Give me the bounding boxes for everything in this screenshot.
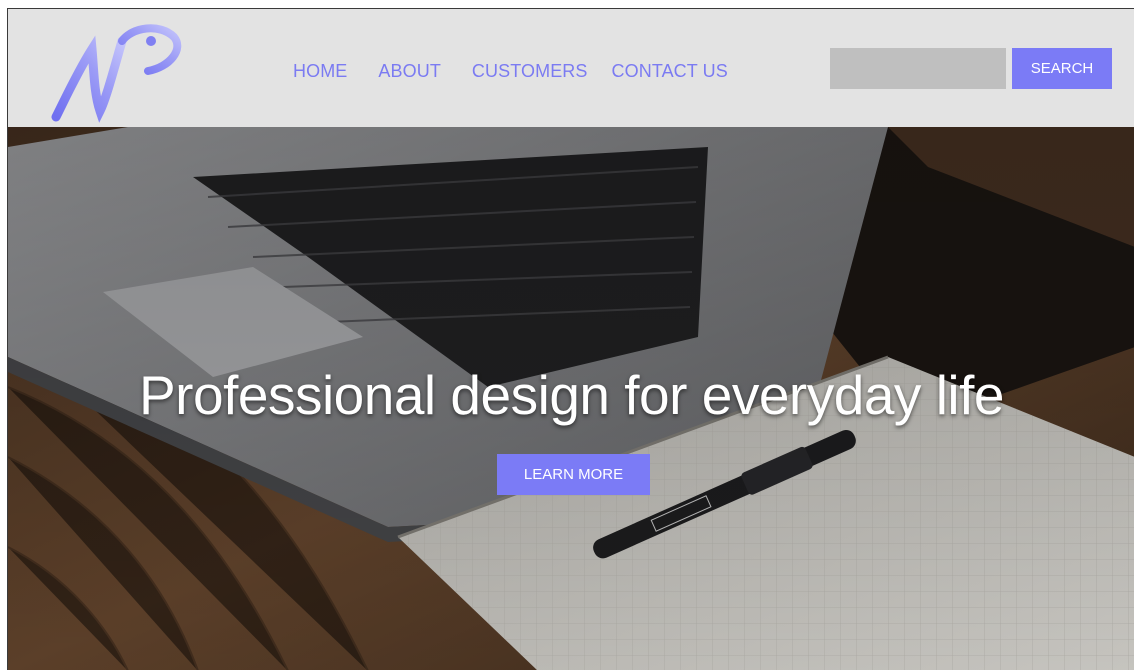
site-header: HOME ABOUT CUSTOMERS CONTACT US SEARCH xyxy=(8,9,1134,127)
learn-more-button[interactable]: LEARN MORE xyxy=(497,454,650,495)
hero-title: Professional design for everyday life xyxy=(138,364,1005,426)
page-frame: HOME ABOUT CUSTOMERS CONTACT US SEARCH P… xyxy=(7,8,1134,670)
search-input[interactable] xyxy=(830,48,1006,89)
nav-contact-link[interactable]: CONTACT US xyxy=(612,61,728,82)
nav-customers-link[interactable]: CUSTOMERS xyxy=(472,61,588,82)
nav-home-link[interactable]: HOME xyxy=(293,61,347,82)
hero-section: Professional design for everyday life LE… xyxy=(8,127,1134,670)
np-logo-icon[interactable] xyxy=(48,19,188,123)
nav-about-link[interactable]: ABOUT xyxy=(378,61,441,82)
search-button[interactable]: SEARCH xyxy=(1012,48,1112,89)
main-nav: HOME ABOUT CUSTOMERS CONTACT US xyxy=(293,61,728,82)
